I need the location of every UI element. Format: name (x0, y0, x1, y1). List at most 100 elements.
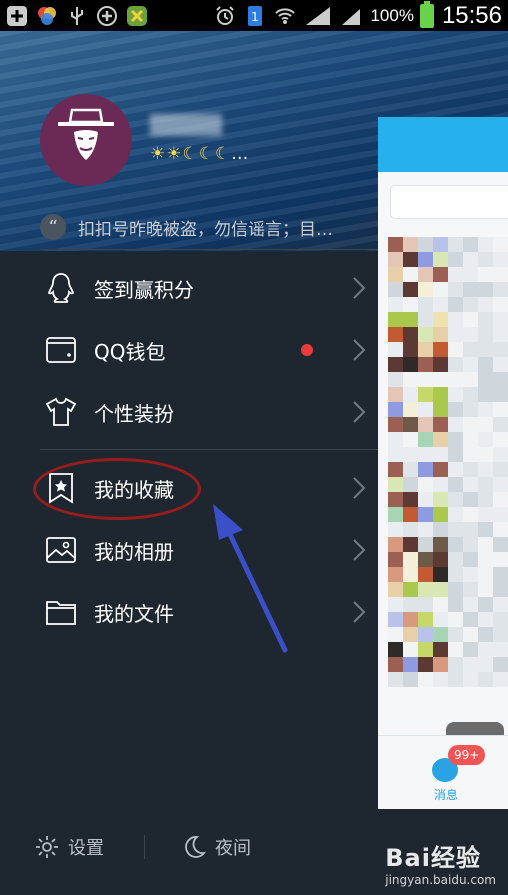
chevron-right-icon (353, 339, 366, 361)
tab-messages[interactable]: 消息 (434, 786, 458, 803)
signature-row[interactable]: “ 扣扣号昨晚被盗，勿信谣言；目… (40, 209, 377, 245)
avatar[interactable] (40, 94, 132, 186)
mosaic-cell (478, 567, 493, 582)
menu-item-label: 个性装扮 (94, 401, 174, 426)
mosaic-cell (448, 672, 463, 687)
mosaic-cell (478, 252, 493, 267)
mosaic-cell (493, 432, 508, 447)
mosaic-cell (388, 507, 403, 522)
mosaic-cell (463, 282, 478, 297)
unread-dot (301, 344, 313, 356)
menu-item-checkin[interactable]: 签到赢积分 (0, 257, 378, 319)
mosaic-cell (448, 327, 463, 342)
mosaic-cell (493, 627, 508, 642)
mosaic-cell (463, 507, 478, 522)
mosaic-cell (433, 492, 448, 507)
mosaic-cell (493, 492, 508, 507)
mosaic-cell (403, 357, 418, 372)
night-mode-button[interactable]: 夜间 (181, 834, 251, 860)
mosaic-cell (478, 357, 493, 372)
mosaic-cell (403, 447, 418, 462)
usb-icon (66, 5, 88, 27)
mosaic-cell (388, 627, 403, 642)
mosaic-cell (493, 387, 508, 402)
mosaic-cell (478, 672, 493, 687)
mosaic-cell (418, 342, 433, 357)
divider (40, 249, 377, 250)
mosaic-cell (493, 462, 508, 477)
menu-item-files[interactable]: 我的文件 (0, 581, 378, 643)
mosaic-cell (448, 597, 463, 612)
main-screen-peek[interactable]: 99+ 消息 (378, 117, 508, 809)
mosaic-cell (463, 297, 478, 312)
mosaic-cell (478, 432, 493, 447)
mosaic-cell (448, 357, 463, 372)
mosaic-cell (448, 582, 463, 597)
folder-icon (44, 595, 78, 629)
mosaic-cell (463, 627, 478, 642)
mosaic-cell (418, 597, 433, 612)
mosaic-cell (493, 447, 508, 462)
mosaic-cell (478, 552, 493, 567)
annotation-arrow-icon (213, 504, 288, 653)
menu-item-label: 我的文件 (94, 601, 174, 626)
mosaic-cell (463, 327, 478, 342)
mosaic-cell (403, 252, 418, 267)
mosaic-cell (448, 297, 463, 312)
mosaic-cell (388, 357, 403, 372)
mosaic-cell (433, 357, 448, 372)
mosaic-cell (493, 312, 508, 327)
mosaic-cell (478, 282, 493, 297)
mosaic-cell (433, 657, 448, 672)
mosaic-cell (418, 492, 433, 507)
mosaic-cell (403, 507, 418, 522)
settings-button[interactable]: 设置 (34, 834, 104, 860)
mosaic-cell (433, 537, 448, 552)
mosaic-cell (478, 297, 493, 312)
wallet-icon (44, 333, 78, 367)
mosaic-cell (448, 402, 463, 417)
mosaic-cell (448, 657, 463, 672)
drawer-menu: 签到赢积分 QQ钱包 个性装扮 我的收藏 我的相册 我的文件 (0, 257, 378, 643)
mosaic-cell (388, 252, 403, 267)
mosaic-cell (388, 387, 403, 402)
mosaic-cell (448, 642, 463, 657)
mosaic-cell (388, 612, 403, 627)
divider (0, 443, 378, 457)
mosaic-cell (418, 507, 433, 522)
mosaic-cell (433, 327, 448, 342)
mosaic-cell (433, 507, 448, 522)
mosaic-cell (478, 402, 493, 417)
menu-item-album[interactable]: 我的相册 (0, 519, 378, 581)
mosaic-cell (418, 642, 433, 657)
search-box[interactable] (390, 185, 508, 219)
mosaic-cell (433, 417, 448, 432)
mosaic-cell (478, 537, 493, 552)
mosaic-cell (463, 657, 478, 672)
mosaic-cell (433, 282, 448, 297)
mosaic-cell (388, 432, 403, 447)
mosaic-cell (448, 522, 463, 537)
mosaic-cell (418, 297, 433, 312)
mosaic-cell (448, 387, 463, 402)
mosaic-cell (433, 627, 448, 642)
menu-item-themes[interactable]: 个性装扮 (0, 381, 378, 443)
mosaic-cell (388, 267, 403, 282)
mosaic-cell (463, 522, 478, 537)
mosaic-cell (478, 492, 493, 507)
mosaic-cell (418, 387, 433, 402)
mosaic-cell (493, 567, 508, 582)
mosaic-cell (403, 672, 418, 687)
mosaic-cell (478, 507, 493, 522)
mosaic-cell (478, 417, 493, 432)
mosaic-cell (463, 312, 478, 327)
mosaic-cell (448, 312, 463, 327)
mosaic-cell (478, 372, 493, 387)
mosaic-cell (418, 372, 433, 387)
mosaic-cell (418, 312, 433, 327)
level-icons[interactable]: ☀☀☾☾☾… (150, 144, 248, 164)
mosaic-cell (388, 477, 403, 492)
mosaic-cell (433, 372, 448, 387)
mosaic-cell (388, 522, 403, 537)
menu-item-wallet[interactable]: QQ钱包 (0, 319, 378, 381)
